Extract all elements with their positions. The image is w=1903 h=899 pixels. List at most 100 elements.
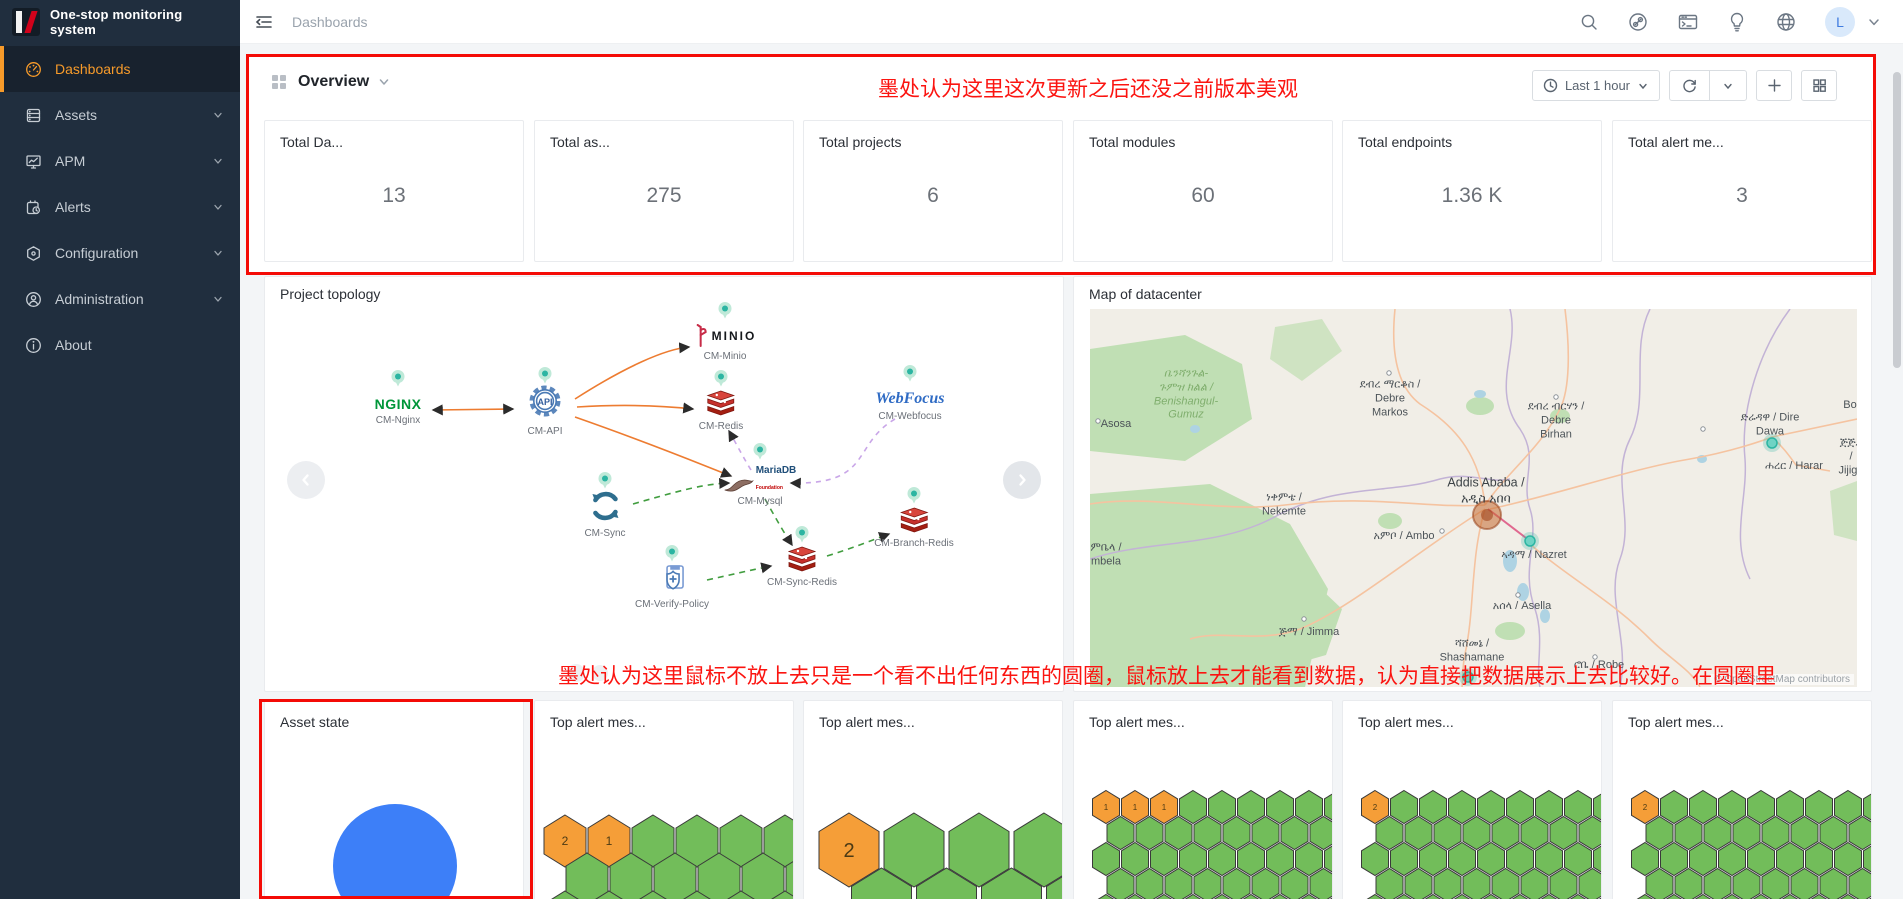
app-root: One-stop monitoring system Dashboards Ass… bbox=[0, 0, 1903, 899]
map-city-dot bbox=[1515, 592, 1521, 598]
refresh-interval-chevron[interactable] bbox=[1709, 71, 1746, 100]
stat-title: Total endpoints bbox=[1358, 134, 1453, 150]
globe-icon[interactable] bbox=[1775, 11, 1797, 33]
breadcrumb: Dashboards bbox=[292, 13, 368, 30]
avatar[interactable]: L bbox=[1825, 6, 1855, 37]
topology-node-verify[interactable]: CM-Verify-Policy bbox=[635, 562, 709, 610]
node-status-pin-icon bbox=[752, 443, 768, 466]
datacenter-marker-teal[interactable] bbox=[1763, 434, 1781, 452]
terminal-icon[interactable] bbox=[1677, 11, 1699, 33]
sidebar-item-label: About bbox=[55, 337, 92, 353]
topology-node-minio[interactable]: MINIO CM-Minio bbox=[694, 324, 757, 362]
datacenter-marker-orange[interactable] bbox=[1472, 500, 1502, 530]
sidebar-item-alerts[interactable]: Alerts bbox=[0, 184, 240, 230]
administration-icon bbox=[25, 291, 42, 308]
top-alert-panel-1: Top alert mes... 2 1 bbox=[534, 700, 794, 899]
scrollbar-thumb[interactable] bbox=[1893, 72, 1901, 368]
alerts-icon bbox=[25, 199, 42, 216]
app-logo[interactable]: One-stop monitoring system bbox=[0, 0, 240, 44]
add-panel-button[interactable] bbox=[1756, 70, 1792, 101]
topology-node-label: CM-Redis bbox=[698, 421, 744, 432]
topology-node-nginx[interactable]: NGINX CM-Nginx bbox=[375, 396, 422, 426]
sidebar-item-label: Administration bbox=[55, 291, 144, 307]
honeycomb-chart[interactable]: 2 bbox=[1613, 701, 1872, 899]
sidebar-item-dashboards[interactable]: Dashboards bbox=[0, 46, 240, 92]
sidebar-nav: Dashboards Assets APM Alerts Configuration Ad… bbox=[0, 46, 240, 368]
topology-node-sync[interactable]: CM-Sync bbox=[584, 487, 626, 539]
stat-card-4: Total endpoints 1.36 K bbox=[1342, 120, 1602, 262]
map-canvas bbox=[1090, 309, 1857, 687]
time-range-label: Last 1 hour bbox=[1564, 78, 1630, 93]
node-status-pin-icon bbox=[717, 302, 733, 325]
asset-state-chart[interactable] bbox=[265, 701, 524, 899]
carousel-next-button[interactable] bbox=[1003, 461, 1041, 499]
dashboard-grid-icon[interactable] bbox=[271, 74, 287, 90]
honeycomb-chart[interactable]: 2 bbox=[804, 701, 1063, 899]
sidebar-item-about[interactable]: About bbox=[0, 322, 240, 368]
svg-text:1: 1 bbox=[1133, 803, 1138, 812]
configuration-icon bbox=[25, 245, 42, 262]
apm-icon bbox=[25, 153, 42, 170]
carousel-prev-button[interactable] bbox=[287, 461, 325, 499]
search-icon[interactable] bbox=[1579, 12, 1599, 32]
honeycomb-chart[interactable]: 21 bbox=[535, 701, 794, 899]
map-city-dot bbox=[1386, 370, 1392, 376]
project-topology-panel: Project topology NGINX CM-Nginx API CM-API M… bbox=[264, 276, 1064, 692]
node-status-pin-icon bbox=[537, 367, 553, 390]
svg-text:API: API bbox=[537, 397, 552, 407]
bulb-icon[interactable] bbox=[1727, 11, 1747, 33]
chevron-down-icon bbox=[212, 201, 224, 213]
datacenter-map[interactable]: ቤንሻንጉል- ጉምዝ ክልል / Benishangul- Gumuz Asos… bbox=[1090, 309, 1857, 687]
stat-value: 60 bbox=[1191, 184, 1215, 207]
sidebar-item-configuration[interactable]: Configuration bbox=[0, 230, 240, 276]
chevron-down-icon bbox=[212, 155, 224, 167]
sidebar-item-assets[interactable]: Assets bbox=[0, 92, 240, 138]
sidebar-item-administration[interactable]: Administration bbox=[0, 276, 240, 322]
topology-node-label: CM-Webfocus bbox=[878, 411, 942, 422]
map-panel: Map of datacenter ቤንሻንጉል- ጉምዝ ክልል / Beni… bbox=[1073, 276, 1872, 692]
topology-node-label: CM-Branch-Redis bbox=[874, 538, 954, 549]
webfocus-logo: WebFocus bbox=[875, 390, 945, 407]
link-circle-icon[interactable] bbox=[1627, 11, 1649, 33]
stat-title: Total alert me... bbox=[1628, 134, 1724, 150]
map-city-dot bbox=[1095, 418, 1101, 424]
topology-node-branchredis[interactable]: CM-Branch-Redis bbox=[874, 507, 954, 549]
honeycomb-chart[interactable]: 1 1 1 bbox=[1074, 701, 1333, 899]
stat-value: 6 bbox=[927, 184, 939, 207]
sidebar-item-label: Dashboards bbox=[55, 61, 131, 77]
menu-fold-icon[interactable] bbox=[254, 12, 274, 32]
honeycomb-chart[interactable]: 2 bbox=[1343, 701, 1602, 899]
stat-title: Total as... bbox=[550, 134, 610, 150]
time-range-button[interactable]: Last 1 hour bbox=[1531, 70, 1660, 101]
about-icon bbox=[25, 337, 42, 354]
map-city-dot bbox=[1592, 654, 1598, 660]
svg-text:1: 1 bbox=[1162, 803, 1167, 812]
datacenter-marker-teal[interactable] bbox=[1521, 532, 1539, 550]
svg-text:2: 2 bbox=[1643, 803, 1648, 812]
nginx-logo: NGINX bbox=[374, 396, 422, 412]
chevron-down-icon bbox=[212, 109, 224, 121]
map-city-dot bbox=[1439, 528, 1445, 534]
topology-node-label: CM-Sync bbox=[584, 528, 626, 539]
topology-node-label: CM-API bbox=[527, 426, 563, 437]
review-annotation-bottom: 墨处认为这里鼠标不放上去只是一个看不出任何东西的圆圈，鼠标放上去才能看到数据，认… bbox=[558, 665, 1776, 688]
layout-button[interactable] bbox=[1801, 70, 1837, 101]
topology-node-mysql[interactable]: MariaDB Foundation CM-Mysql bbox=[724, 461, 796, 507]
node-status-pin-icon bbox=[664, 545, 680, 568]
topology-node-syncredis[interactable]: CM-Sync-Redis bbox=[767, 546, 837, 588]
sidebar-item-apm[interactable]: APM bbox=[0, 138, 240, 184]
sidebar-item-label: APM bbox=[55, 153, 86, 169]
dashboard-title-chevron-icon[interactable] bbox=[377, 75, 391, 89]
svg-text:2: 2 bbox=[562, 834, 569, 848]
stat-title: Total projects bbox=[819, 134, 902, 150]
stat-value: 3 bbox=[1736, 184, 1748, 207]
logo-icon bbox=[12, 8, 40, 36]
topology-node-redis[interactable]: CM-Redis bbox=[699, 390, 743, 432]
user-menu-chevron-icon[interactable] bbox=[1867, 15, 1881, 29]
dashboard-title[interactable]: Overview bbox=[298, 73, 369, 91]
topology-node-webfocus[interactable]: WebFocus CM-Webfocus bbox=[875, 390, 944, 422]
refresh-button[interactable] bbox=[1670, 71, 1709, 100]
svg-text:2: 2 bbox=[1373, 803, 1378, 812]
dashboard-icon bbox=[25, 61, 42, 78]
stat-card-2: Total projects 6 bbox=[803, 120, 1063, 262]
